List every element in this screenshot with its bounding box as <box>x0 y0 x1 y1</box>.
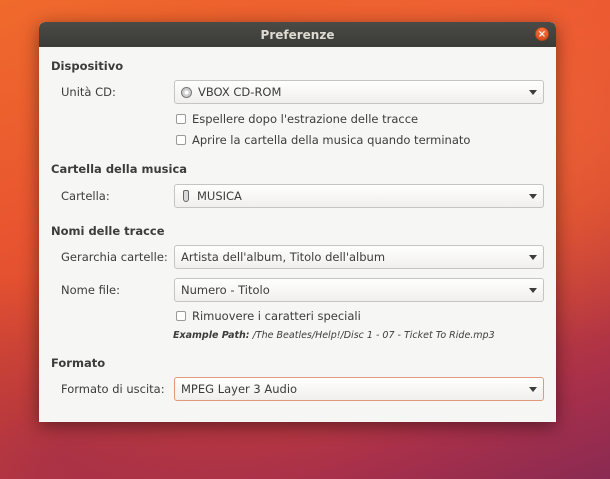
strip-special-checkbox[interactable]: Rimuovere i caratteri speciali <box>176 309 361 323</box>
output-format-combo[interactable]: MPEG Layer 3 Audio <box>174 377 544 401</box>
open-folder-checkbox-label: Aprire la cartella della musica quando t… <box>192 133 471 147</box>
hierarchy-combo[interactable]: Artista dell'album, Titolo dell'album <box>174 245 544 269</box>
chevron-down-icon <box>529 288 537 293</box>
filename-value: Numero - Titolo <box>181 283 270 297</box>
close-icon: × <box>537 29 547 40</box>
folder-value: MUSICA <box>197 189 242 203</box>
output-format-value: MPEG Layer 3 Audio <box>181 382 298 396</box>
eject-checkbox[interactable]: Espellere dopo l'estrazione delle tracce <box>176 112 418 126</box>
folder-icon <box>183 190 189 202</box>
chevron-down-icon <box>529 194 537 199</box>
strip-special-checkbox-label: Rimuovere i caratteri speciali <box>192 309 361 323</box>
chevron-down-icon <box>529 90 537 95</box>
eject-checkbox-label: Espellere dopo l'estrazione delle tracce <box>192 112 419 126</box>
example-path-value: /The Beatles/Help!/Disc 1 - 07 - Ticket … <box>252 330 495 341</box>
preferences-window: Preferenze × Dispositivo Unità CD: VBOX … <box>39 22 556 422</box>
cd-drive-combo[interactable]: VBOX CD-ROM <box>174 80 544 104</box>
hierarchy-label: Gerarchia cartelle: <box>61 250 168 264</box>
folder-chooser-button[interactable]: MUSICA <box>174 184 544 208</box>
section-title-format: Formato <box>51 356 106 370</box>
checkbox-box[interactable] <box>176 135 186 145</box>
folder-label: Cartella: <box>61 189 110 203</box>
close-button[interactable]: × <box>535 27 549 41</box>
filename-label: Nome file: <box>61 283 120 297</box>
cd-drive-value: VBOX CD-ROM <box>198 85 282 99</box>
titlebar[interactable]: Preferenze × <box>39 22 556 47</box>
open-folder-checkbox[interactable]: Aprire la cartella della musica quando t… <box>176 133 470 147</box>
filename-combo[interactable]: Numero - Titolo <box>174 278 544 302</box>
section-title-track-names: Nomi delle tracce <box>51 224 165 238</box>
output-format-label: Formato di uscita: <box>61 382 165 396</box>
section-title-music-folder: Cartella della musica <box>51 162 188 176</box>
window-title: Preferenze <box>260 27 335 42</box>
cd-icon <box>181 86 192 98</box>
chevron-down-icon <box>529 387 537 392</box>
section-title-device: Dispositivo <box>51 59 124 73</box>
checkbox-box[interactable] <box>176 311 186 321</box>
chevron-down-icon <box>529 255 537 260</box>
example-path-prefix: Example Path: <box>173 330 250 341</box>
hierarchy-value: Artista dell'album, Titolo dell'album <box>181 250 386 264</box>
checkbox-box[interactable] <box>176 114 186 124</box>
example-path: Example Path: /The Beatles/Help!/Disc 1 … <box>173 330 495 341</box>
cd-drive-label: Unità CD: <box>61 85 116 99</box>
